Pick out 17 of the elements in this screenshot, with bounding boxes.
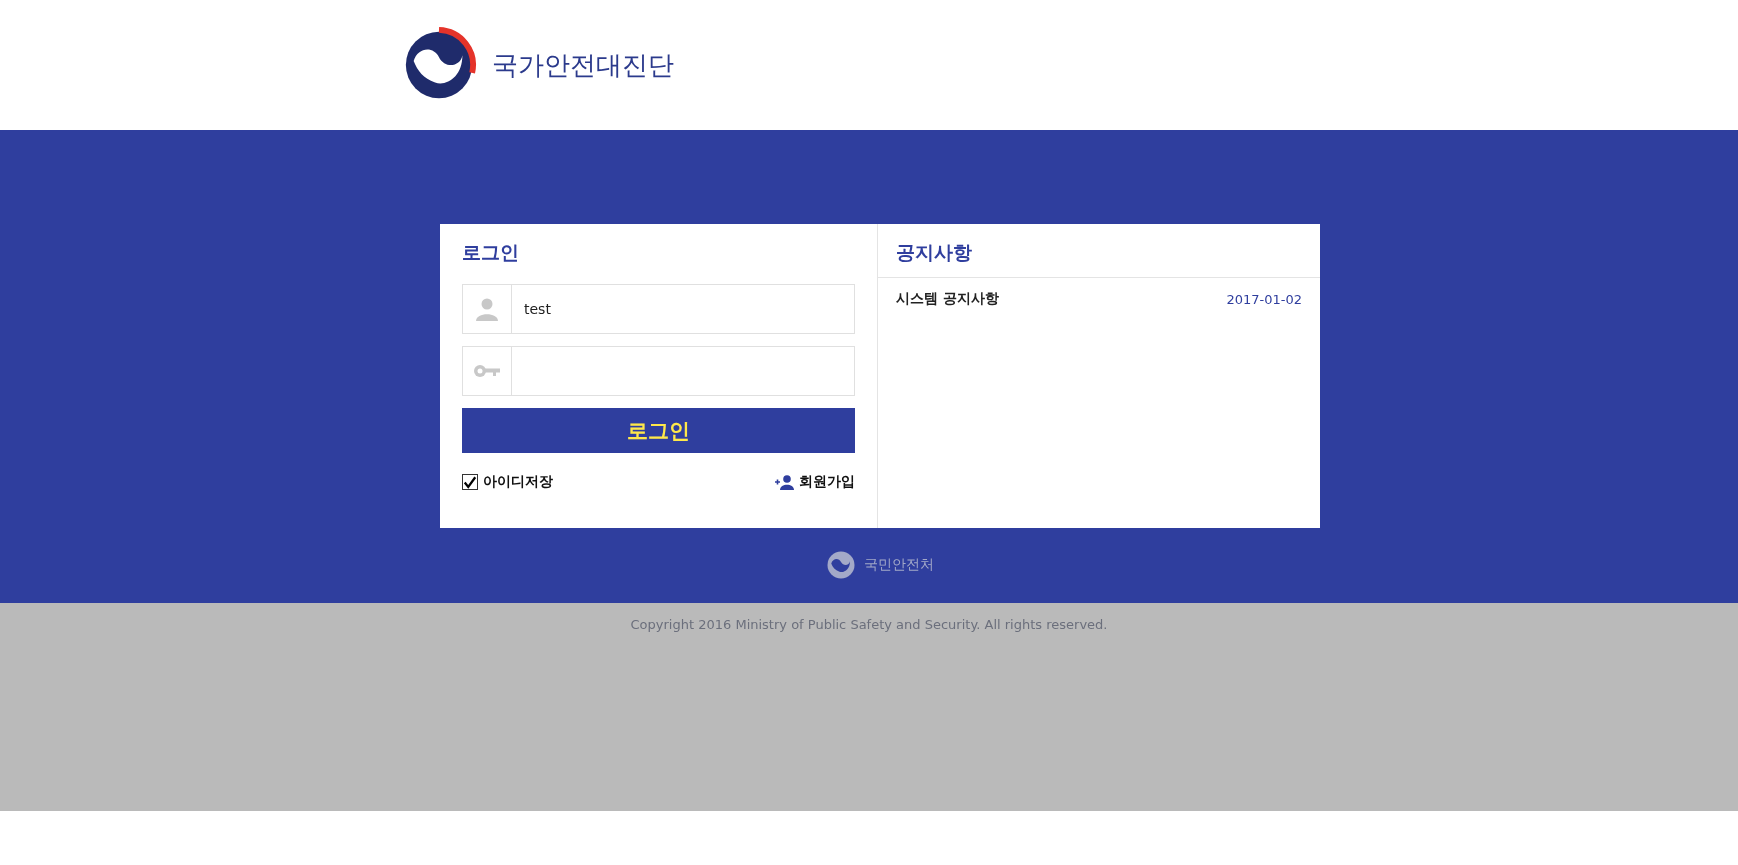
login-button[interactable]: 로그인 [462, 408, 855, 453]
signup-link[interactable]: 회원가입 [775, 473, 855, 491]
ministry-name: 국민안전처 [864, 556, 934, 574]
notice-date: 2017-01-02 [1226, 291, 1302, 307]
username-field[interactable]: test [462, 284, 855, 334]
notice-heading: 공지사항 [878, 224, 1320, 278]
emblem-icon [826, 550, 856, 580]
remember-checkbox[interactable] [462, 474, 478, 490]
password-field[interactable] [462, 346, 855, 396]
add-user-icon [775, 474, 795, 490]
notice-title[interactable]: 시스템 공지사항 [896, 290, 999, 308]
remember-label: 아이디저장 [483, 473, 553, 491]
key-icon [473, 363, 501, 379]
site-title: 국가안전대진단 [492, 48, 674, 82]
login-heading: 로그인 [462, 240, 520, 265]
copyright-text: Copyright 2016 Ministry of Public Safety and Security. All rights reserved. [630, 617, 1108, 634]
user-icon [475, 297, 499, 321]
